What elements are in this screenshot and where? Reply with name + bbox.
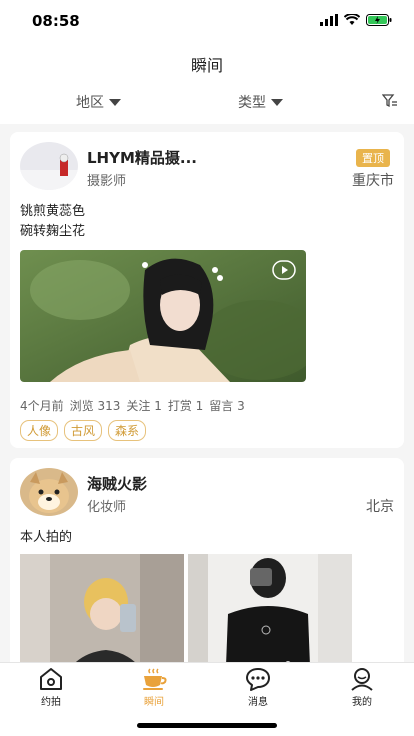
tab-label: 瞬间 [144, 697, 164, 708]
post-text-line: 碗转麹尘花 [20, 224, 86, 239]
home-indicator [137, 723, 277, 728]
view-count: 浏览 313 [69, 399, 121, 413]
tab-label: 我的 [352, 697, 372, 708]
status-icons [320, 14, 392, 26]
comment-count: 留言 3 [209, 399, 245, 413]
wifi-icon [344, 14, 360, 25]
profile-icon [351, 668, 373, 691]
author-name[interactable]: 海贼火影 [87, 473, 147, 494]
avatar[interactable] [20, 142, 78, 190]
tab-bar: 约拍 瞬间 消息 我的 [0, 662, 414, 736]
region-filter-label: 地区 [76, 95, 104, 111]
feed[interactable]: LHYM精品摄... 摄影师 置顶 重庆市 铫煎黄蕊色 碗转麹尘花 4个月前 浏… [0, 124, 414, 662]
post-text-line: 铫煎黄蕊色 [20, 204, 86, 219]
type-filter[interactable]: 类型 [238, 92, 283, 112]
tab-messages[interactable]: 消息 [218, 667, 298, 708]
nav-bar: 瞬间 [0, 44, 414, 84]
post-card[interactable]: 海贼火影 化妆师 北京 本人拍的 [10, 458, 404, 662]
follow-count: 关注 1 [126, 399, 162, 413]
status-time: 08:58 [32, 12, 80, 30]
battery-icon [366, 14, 392, 26]
post-text: 本人拍的 [20, 530, 73, 545]
author-role: 摄影师 [87, 174, 127, 189]
tag-list: 人像 古风 森系 [20, 420, 147, 441]
coffee-icon [143, 668, 167, 690]
tab-moments[interactable]: 瞬间 [114, 667, 194, 708]
post-image[interactable] [188, 554, 352, 662]
tag[interactable]: 人像 [20, 420, 59, 441]
type-filter-label: 类型 [238, 95, 266, 111]
post-text: 铫煎黄蕊色 碗转麹尘花 [20, 202, 85, 242]
tab-label: 约拍 [41, 697, 61, 708]
play-icon[interactable] [272, 260, 296, 280]
tip-count: 打赏 1 [167, 399, 204, 413]
post-time: 4个月前 [20, 399, 64, 413]
post-card[interactable]: LHYM精品摄... 摄影师 置顶 重庆市 铫煎黄蕊色 碗转麹尘花 4个月前 浏… [10, 132, 404, 448]
chevron-down-icon [271, 98, 283, 106]
status-bar: 08:58 [0, 0, 414, 44]
chevron-down-icon [109, 98, 121, 106]
page-title: 瞬间 [190, 56, 223, 75]
filter-icon[interactable] [382, 94, 398, 108]
tag[interactable]: 森系 [108, 420, 147, 441]
post-image[interactable] [20, 554, 184, 662]
tag[interactable]: 古风 [64, 420, 103, 441]
message-icon [246, 668, 270, 691]
post-meta: 4个月前 浏览 313 关注 1 打赏 1 留言 3 [20, 397, 245, 414]
avatar[interactable] [20, 468, 78, 516]
author-city: 北京 [366, 499, 394, 515]
tab-label: 消息 [248, 697, 268, 708]
tab-profile[interactable]: 我的 [322, 667, 402, 708]
filter-bar: 地区 类型 [0, 84, 414, 124]
signal-icon [320, 14, 338, 26]
pinned-badge: 置顶 [356, 149, 390, 167]
post-video-thumbnail[interactable] [20, 250, 306, 382]
author-name[interactable]: LHYM精品摄... [87, 147, 197, 168]
author-city: 重庆市 [352, 173, 394, 189]
region-filter[interactable]: 地区 [76, 92, 121, 112]
home-icon [40, 668, 62, 690]
author-role: 化妆师 [87, 500, 127, 515]
tab-yuepai[interactable]: 约拍 [11, 667, 91, 708]
